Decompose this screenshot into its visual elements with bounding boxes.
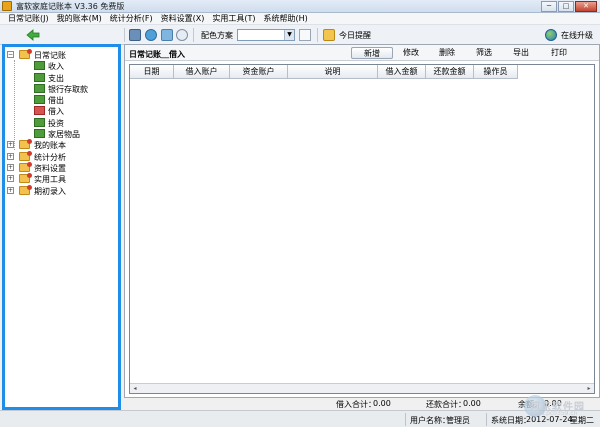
menu-daily[interactable]: 日常记账(J) xyxy=(4,13,53,24)
repay-total-label: 还款合计： xyxy=(426,400,466,409)
column-header-operator[interactable]: 操作员 xyxy=(474,65,518,79)
ledger-icon xyxy=(34,72,45,82)
tree-item-borrow[interactable]: 借入 xyxy=(5,105,118,116)
chevron-down-icon[interactable]: ▼ xyxy=(284,30,294,40)
calculator-icon[interactable] xyxy=(129,29,141,41)
expand-icon[interactable]: + xyxy=(7,141,14,149)
column-header-fund-account[interactable]: 资金账户 xyxy=(230,65,288,79)
app-icon xyxy=(2,1,12,11)
main-panel: 日常记账＿借入 新增 修改 删除 筛选 导出 打印 日期 借入账户 资金账户 说… xyxy=(124,44,600,398)
folder-icon xyxy=(19,49,32,59)
reminder-button[interactable]: 今日提醒 xyxy=(339,30,371,41)
tree-group-daily[interactable]: − 日常记账 xyxy=(5,49,118,60)
scroll-left-icon[interactable]: ◂ xyxy=(131,385,139,392)
tree-item-household[interactable]: 家居物品 xyxy=(5,128,118,139)
tree-group-my-books[interactable]: + 我的账本 xyxy=(5,139,118,150)
menu-bar: 日常记账(J) 我的账本(M) 统计分析(F) 资料设置(X) 实用工具(T) … xyxy=(0,13,600,25)
menu-statistics[interactable]: 统计分析(F) xyxy=(106,13,157,24)
upgrade-button[interactable]: 在线升级 xyxy=(561,30,593,41)
repay-total-value: 0.00 xyxy=(463,399,481,408)
ledger-icon xyxy=(34,129,45,139)
print-button[interactable]: 打印 xyxy=(543,47,575,59)
title-bar: 富软家庭记账本 V3.36 免费版 ─ □ ✕ xyxy=(0,0,600,13)
folder-icon xyxy=(19,173,32,184)
tree-item-lend[interactable]: 借出 xyxy=(5,94,118,105)
color-scheme-select[interactable]: ▼ xyxy=(237,29,295,41)
tree: − 日常记账 收入 支出 银行存取款 借出 借入 投资 家居物品 + 我的账本 … xyxy=(5,49,118,196)
scroll-right-icon[interactable]: ▸ xyxy=(585,385,593,392)
ledger-icon xyxy=(34,83,45,93)
collapse-icon[interactable]: − xyxy=(7,51,14,58)
expand-icon[interactable]: + xyxy=(7,152,14,160)
status-separator xyxy=(486,413,487,426)
main-header: 日常记账＿借入 新增 修改 删除 筛选 导出 打印 xyxy=(125,45,599,61)
folder-icon xyxy=(19,139,32,150)
status-bar: 用户名称： 管理员 系统日期： 2012-07-24 星期二 xyxy=(0,410,600,427)
back-arrow-icon[interactable] xyxy=(26,29,40,41)
status-separator xyxy=(405,413,406,426)
ledger-icon xyxy=(34,61,45,71)
tree-label: 期初录入 xyxy=(34,186,66,196)
user-value: 管理员 xyxy=(446,416,470,425)
tools-icon[interactable] xyxy=(161,29,173,41)
globe-icon[interactable] xyxy=(545,29,557,41)
window-title: 富软家庭记账本 V3.36 免费版 xyxy=(16,2,125,11)
export-button[interactable]: 导出 xyxy=(505,47,537,59)
borrow-total-label: 借入合计： xyxy=(336,400,376,409)
tree-item-bank[interactable]: 银行存取款 xyxy=(5,83,118,94)
edit-button[interactable]: 修改 xyxy=(395,47,427,59)
column-header-description[interactable]: 说明 xyxy=(288,65,378,79)
tree-item-expense[interactable]: 支出 xyxy=(5,72,118,83)
tree-group-tools[interactable]: + 实用工具 xyxy=(5,173,118,184)
column-header-date[interactable]: 日期 xyxy=(130,65,174,79)
watermark-subtext: www.pc0359.cn xyxy=(530,410,578,417)
folder-icon xyxy=(19,184,32,195)
borrow-total-value: 0.00 xyxy=(373,399,391,408)
toolbar-separator xyxy=(124,28,125,42)
page-title: 日常记账＿借入 xyxy=(129,50,185,59)
ledger-icon xyxy=(34,117,45,127)
minimize-button[interactable]: ─ xyxy=(541,1,557,12)
save-scheme-icon[interactable] xyxy=(299,29,311,41)
table-header: 日期 借入账户 资金账户 说明 借入金额 还款金额 操作员 xyxy=(130,65,518,79)
web-icon[interactable] xyxy=(145,29,157,41)
house-icon xyxy=(34,106,45,116)
menu-help[interactable]: 系统帮助(H) xyxy=(259,13,311,24)
tree-group-statistics[interactable]: + 统计分析 xyxy=(5,150,118,162)
date-label: 系统日期： xyxy=(491,416,531,425)
menu-settings[interactable]: 资料设置(X) xyxy=(157,13,209,24)
column-header-repay-amount[interactable]: 还款金额 xyxy=(426,65,474,79)
delete-button[interactable]: 删除 xyxy=(431,47,463,59)
tree-item-income[interactable]: 收入 xyxy=(5,60,118,71)
reminder-icon[interactable] xyxy=(323,29,335,41)
add-button[interactable]: 新增 xyxy=(351,47,393,59)
records-table[interactable]: 日期 借入账户 资金账户 说明 借入金额 还款金额 操作员 ◂ ▸ xyxy=(129,64,595,394)
user-label: 用户名称： xyxy=(410,416,450,425)
folder-icon xyxy=(19,161,32,172)
column-header-borrow-amount[interactable]: 借入金额 xyxy=(378,65,426,79)
expand-icon[interactable]: + xyxy=(7,186,14,194)
column-header-borrow-account[interactable]: 借入账户 xyxy=(174,65,230,79)
horizontal-scrollbar[interactable]: ◂ ▸ xyxy=(130,383,594,393)
filter-button[interactable]: 筛选 xyxy=(468,47,500,59)
tree-group-settings[interactable]: + 资料设置 xyxy=(5,161,118,173)
menu-tools[interactable]: 实用工具(T) xyxy=(208,13,259,24)
folder-icon xyxy=(19,150,32,161)
sidebar-tree: − 日常记账 收入 支出 银行存取款 借出 借入 投资 家居物品 + 我的账本 … xyxy=(2,44,121,410)
maximize-button[interactable]: □ xyxy=(558,1,574,12)
menu-my-books[interactable]: 我的账本(M) xyxy=(53,13,106,24)
expand-icon[interactable]: + xyxy=(7,175,14,183)
toolbar: 配色方案 ▼ 今日提醒 在线升级 xyxy=(0,25,600,45)
close-button[interactable]: ✕ xyxy=(575,1,597,12)
window-controls: ─ □ ✕ xyxy=(541,1,597,12)
ledger-icon xyxy=(34,95,45,105)
toolbar-separator xyxy=(317,28,318,42)
expand-icon[interactable]: + xyxy=(7,163,14,171)
refresh-icon[interactable] xyxy=(176,29,188,41)
tree-item-invest[interactable]: 投资 xyxy=(5,117,118,128)
tree-group-opening[interactable]: + 期初录入 xyxy=(5,184,118,196)
toolbar-separator xyxy=(193,28,194,42)
color-scheme-label: 配色方案 xyxy=(201,31,233,40)
